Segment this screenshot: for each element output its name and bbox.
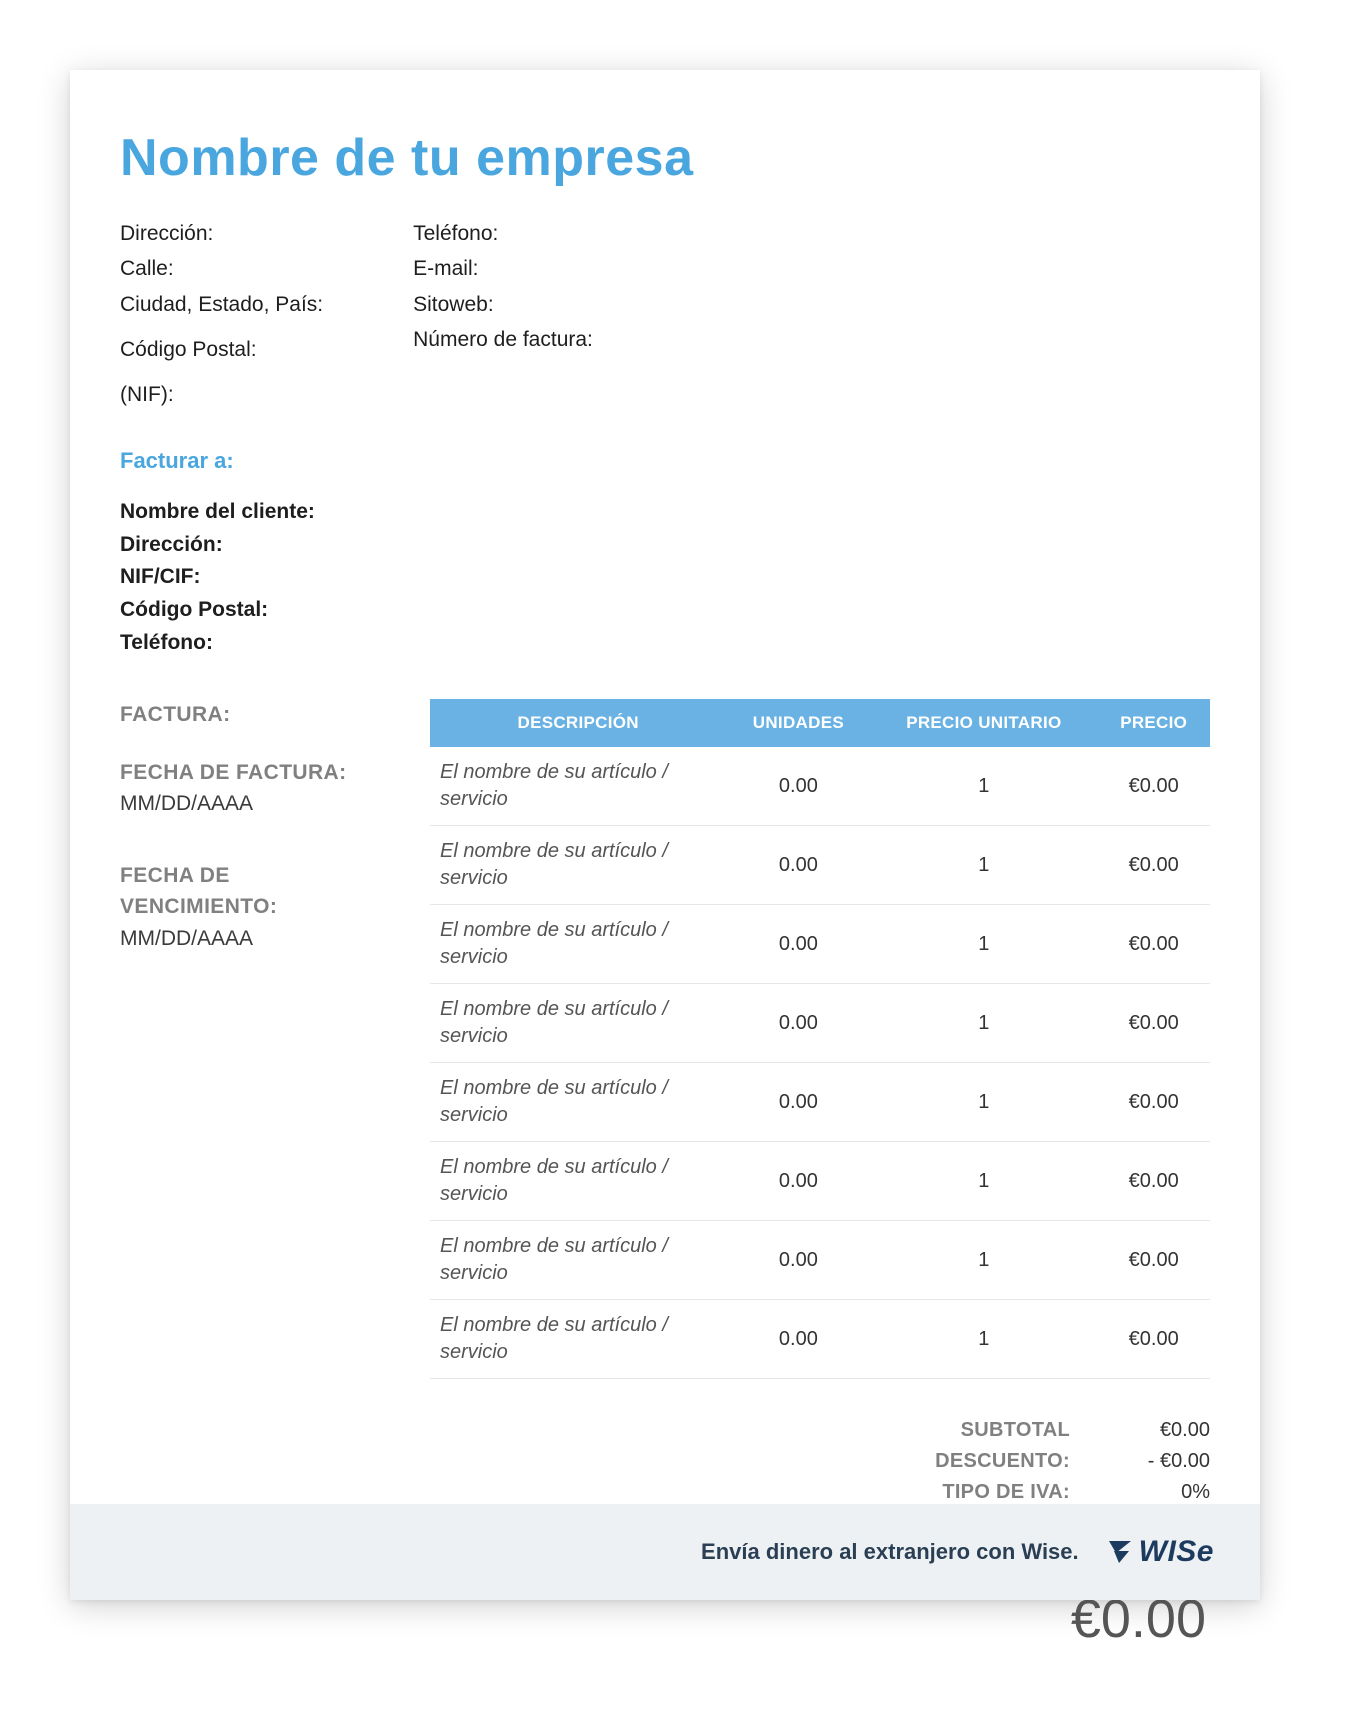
due-date-value: MM/DD/AAAA [120,923,390,955]
item-unit-price: 1 [870,984,1097,1063]
vat-rate-value: 0% [1110,1481,1210,1504]
company-info-left: Dirección: Calle: Ciudad, Estado, País: … [120,216,323,412]
wise-logo: WISe [1107,1535,1214,1569]
table-row: El nombre de su artículo / servicio0.001… [430,1142,1210,1221]
col-price: PRECIO [1097,699,1210,747]
company-info: Dirección: Calle: Ciudad, Estado, País: … [120,216,1210,412]
table-row: El nombre de su artículo / servicio0.001… [430,747,1210,826]
item-price: €0.00 [1097,984,1210,1063]
item-units: 0.00 [726,747,870,826]
table-row: El nombre de su artículo / servicio0.001… [430,1063,1210,1142]
item-unit-price: 1 [870,905,1097,984]
due-date-label: FECHA DE VENCIMIENTO: [120,860,390,923]
item-price: €0.00 [1097,747,1210,826]
table-row: El nombre de su artículo / servicio0.001… [430,1300,1210,1379]
client-address-label: Dirección: [120,529,1210,562]
invoice-page: Nombre de tu empresa Dirección: Calle: C… [70,70,1260,1600]
item-units: 0.00 [726,1300,870,1379]
item-price: €0.00 [1097,826,1210,905]
wise-wordmark: WISe [1139,1535,1214,1569]
subtotal-label: SUBTOTAL [870,1419,1110,1442]
item-description: El nombre de su artículo / servicio [430,1063,726,1142]
item-units: 0.00 [726,905,870,984]
address-label: Dirección: [120,216,323,251]
page-footer: Envía dinero al extranjero con Wise. WIS… [70,1504,1260,1600]
item-price: €0.00 [1097,905,1210,984]
company-info-right: Teléfono: E-mail: Sitoweb: Número de fac… [413,216,593,412]
website-label: Sitoweb: [413,287,593,322]
postal-label: Código Postal: [120,332,323,367]
item-units: 0.00 [726,1221,870,1300]
client-name-label: Nombre del cliente: [120,496,1210,529]
item-description: El nombre de su artículo / servicio [430,747,726,826]
nif-label: (NIF): [120,377,323,412]
invoice-number-label: Número de factura: [413,322,593,357]
item-price: €0.00 [1097,1300,1210,1379]
client-postal-label: Código Postal: [120,594,1210,627]
item-units: 0.00 [726,826,870,905]
item-description: El nombre de su artículo / servicio [430,826,726,905]
item-unit-price: 1 [870,1300,1097,1379]
table-row: El nombre de su artículo / servicio0.001… [430,905,1210,984]
discount-label: DESCUENTO: [870,1450,1110,1473]
company-name: Nombre de tu empresa [120,128,1210,188]
footer-text: Envía dinero al extranjero con Wise. [701,1539,1079,1565]
table-row: El nombre de su artículo / servicio0.001… [430,984,1210,1063]
invoice-label: FACTURA: [120,699,390,731]
street-label: Calle: [120,251,323,286]
item-unit-price: 1 [870,1221,1097,1300]
col-description: DESCRIPCIÓN [430,699,726,747]
client-phone-label: Teléfono: [120,627,1210,660]
table-row: El nombre de su artículo / servicio0.001… [430,1221,1210,1300]
vat-rate-label: TIPO DE IVA: [870,1481,1110,1504]
invoice-date-value: MM/DD/AAAA [120,788,390,820]
viewport: Nombre de tu empresa Dirección: Calle: C… [0,0,1351,1733]
item-unit-price: 1 [870,1063,1097,1142]
item-price: €0.00 [1097,1221,1210,1300]
item-description: El nombre de su artículo / servicio [430,905,726,984]
invoice-date-label: FECHA DE FACTURA: [120,757,390,789]
bill-to-block: Nombre del cliente: Dirección: NIF/CIF: … [120,496,1210,659]
city-label: Ciudad, Estado, País: [120,287,323,322]
item-price: €0.00 [1097,1063,1210,1142]
bill-to-heading: Facturar a: [120,448,1210,474]
invoice-meta: FACTURA: FECHA DE FACTURA: MM/DD/AAAA FE… [120,699,390,954]
item-unit-price: 1 [870,826,1097,905]
col-unit-price: PRECIO UNITARIO [870,699,1097,747]
item-description: El nombre de su artículo / servicio [430,984,726,1063]
item-units: 0.00 [726,1142,870,1221]
item-description: El nombre de su artículo / servicio [430,1142,726,1221]
discount-value: - €0.00 [1110,1450,1210,1473]
item-price: €0.00 [1097,1142,1210,1221]
client-nif-label: NIF/CIF: [120,561,1210,594]
wise-flag-icon [1107,1539,1133,1565]
item-unit-price: 1 [870,747,1097,826]
item-description: El nombre de su artículo / servicio [430,1221,726,1300]
phone-label: Teléfono: [413,216,593,251]
item-units: 0.00 [726,984,870,1063]
items-table: DESCRIPCIÓN UNIDADES PRECIO UNITARIO PRE… [430,699,1210,1379]
table-row: El nombre de su artículo / servicio0.001… [430,826,1210,905]
subtotal-value: €0.00 [1110,1419,1210,1442]
email-label: E-mail: [413,251,593,286]
item-unit-price: 1 [870,1142,1097,1221]
col-units: UNIDADES [726,699,870,747]
item-units: 0.00 [726,1063,870,1142]
item-description: El nombre de su artículo / servicio [430,1300,726,1379]
